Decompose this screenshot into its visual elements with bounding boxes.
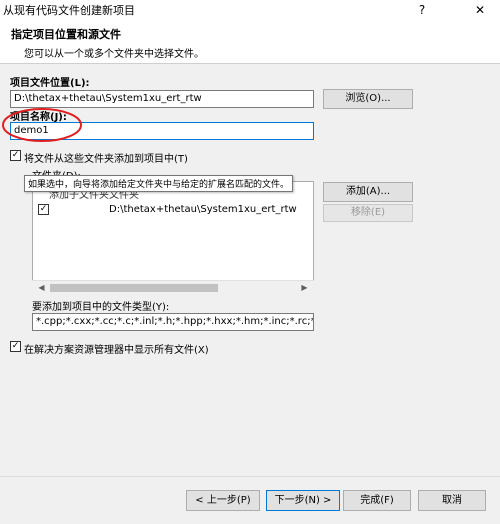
page-description: 您可以从一个或多个文件夹中选择文件。: [24, 49, 204, 60]
file-types-input[interactable]: *.cpp;*.cxx;*.cc;*.c;*.inl;*.h;*.hpp;*.h…: [32, 313, 314, 331]
folder-path: D:\thetax+thetau\System1xu_ert_rtw: [109, 204, 297, 215]
remove-folder-button[interactable]: 移除(E): [323, 204, 413, 222]
title-bar: 从现有代码文件创建新项目 ? ✕: [0, 0, 500, 20]
add-folders-checkbox[interactable]: ✓: [10, 150, 21, 161]
add-folders-label: 将文件从这些文件夹添加到项目中(T): [24, 154, 188, 165]
close-button[interactable]: ✕: [465, 0, 495, 20]
wizard-header: 指定项目位置和源文件 您可以从一个或多个文件夹中选择文件。: [0, 20, 500, 64]
page-title: 指定项目位置和源文件: [11, 28, 121, 41]
tooltip: 如果选中，向导将添加给定文件夹中与给定的扩展名匹配的文件。: [24, 175, 294, 192]
annotation-circle: [2, 108, 82, 142]
footer-separator: [0, 476, 500, 477]
add-folder-button[interactable]: 添加(A)...: [323, 182, 413, 202]
project-location-label: 项目文件位置(L):: [10, 78, 90, 89]
show-all-files-checkbox[interactable]: ✓: [10, 341, 21, 352]
folders-list[interactable]: 添加子文件夹 文件夹 ✓ D:\thetax+thetau\System1xu_…: [32, 181, 314, 295]
table-row[interactable]: ✓ D:\thetax+thetau\System1xu_ert_rtw: [33, 202, 313, 218]
folders-horizontal-scrollbar[interactable]: ◀ ▶: [32, 280, 314, 295]
scroll-left-icon[interactable]: ◀: [34, 282, 49, 294]
back-button[interactable]: < 上一步(P): [186, 490, 260, 511]
scroll-thumb[interactable]: [50, 284, 218, 292]
window-title: 从现有代码文件创建新项目: [3, 4, 135, 17]
show-all-files-label: 在解决方案资源管理器中显示所有文件(X): [24, 345, 209, 356]
scroll-right-icon[interactable]: ▶: [297, 282, 312, 294]
file-types-label: 要添加到项目中的文件类型(Y):: [32, 302, 170, 313]
browse-button[interactable]: 浏览(O)...: [323, 89, 413, 109]
help-button[interactable]: ?: [410, 0, 434, 20]
next-button[interactable]: 下一步(N) >: [266, 490, 340, 511]
cancel-button[interactable]: 取消: [418, 490, 486, 511]
finish-button[interactable]: 完成(F): [343, 490, 411, 511]
subfolders-checkbox[interactable]: ✓: [38, 204, 49, 215]
